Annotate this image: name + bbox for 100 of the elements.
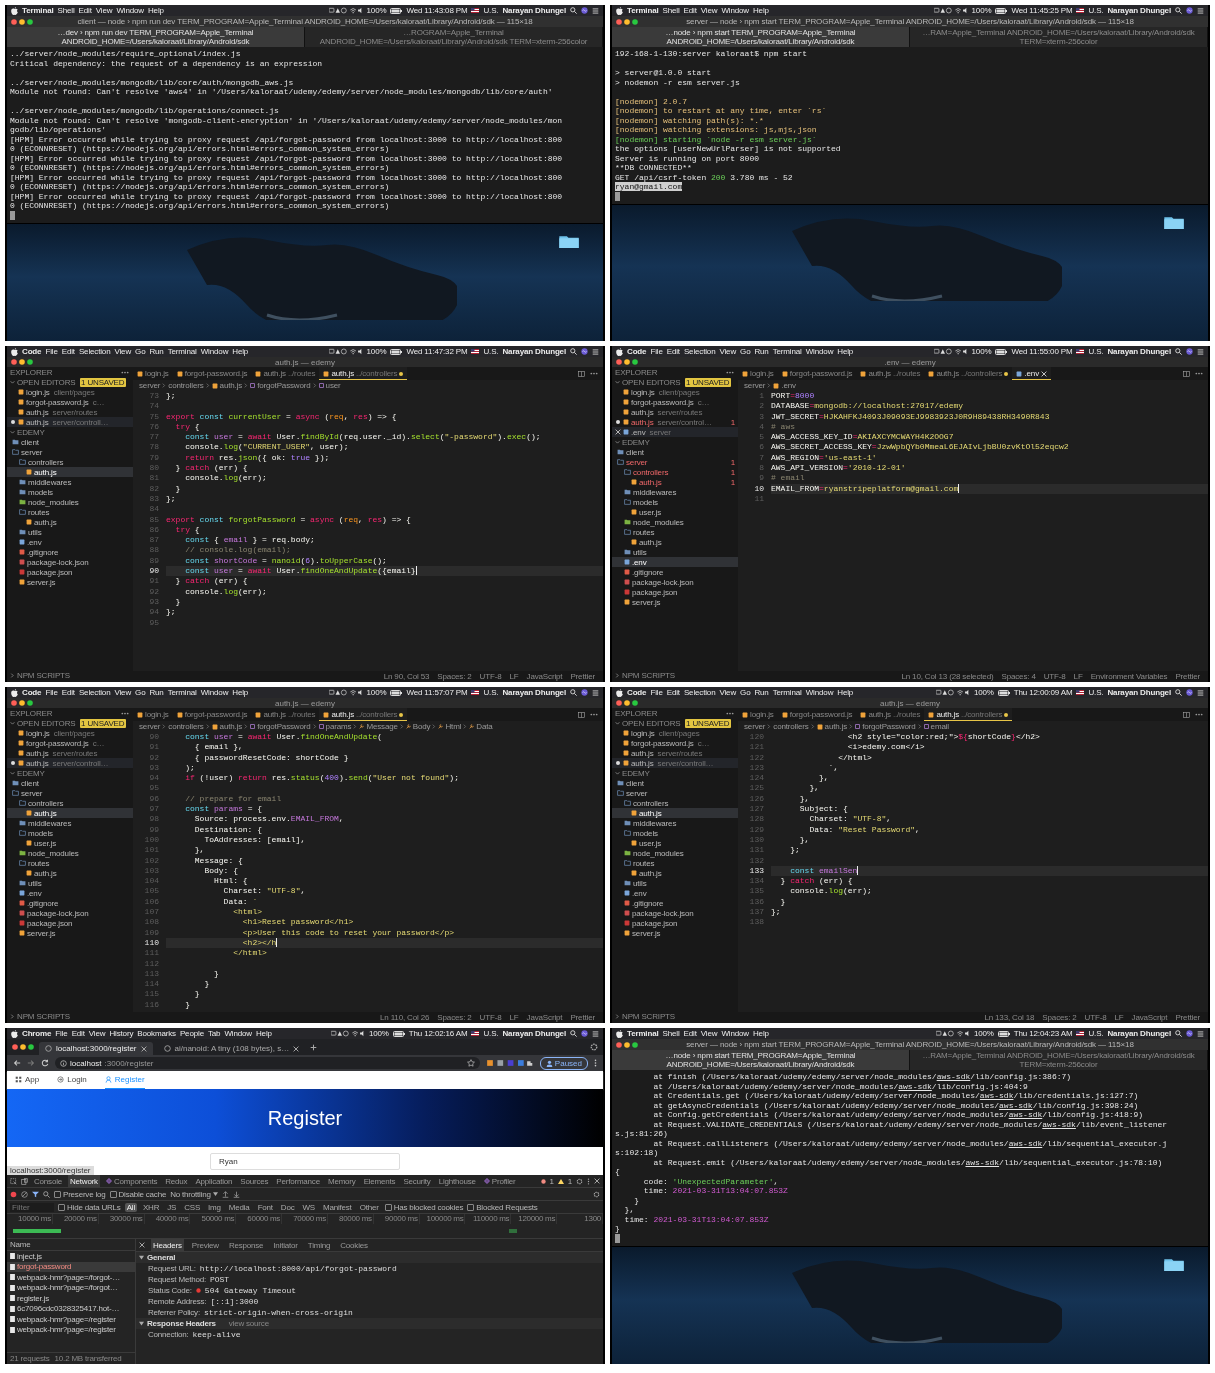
column-header[interactable]: Name: [10, 1240, 31, 1249]
menu-item[interactable]: View: [700, 6, 718, 15]
tree-item[interactable]: user.js: [612, 838, 738, 848]
menu-icon[interactable]: [592, 689, 599, 696]
section-title[interactable]: OPEN EDITORS: [622, 718, 681, 728]
breadcrumb-item[interactable]: controllers: [773, 722, 809, 731]
window-controls[interactable]: [616, 1041, 638, 1048]
menu-item[interactable]: Terminal: [167, 688, 197, 697]
section-title[interactable]: OPEN EDITORS: [622, 377, 681, 387]
tree-item[interactable]: client: [612, 778, 738, 788]
details-tab[interactable]: Cookies: [338, 1239, 370, 1251]
chevron-icon[interactable]: [10, 720, 15, 726]
checkbox-label[interactable]: Blocked Requests: [476, 1202, 538, 1212]
open-editor-item[interactable]: auth.js server/routes: [612, 748, 738, 758]
address-bar[interactable]: localhost :3000/register: [55, 1057, 480, 1069]
window-controls[interactable]: [616, 359, 638, 365]
plus-icon[interactable]: [310, 1043, 318, 1051]
tree-item[interactable]: auth.js: [612, 808, 738, 818]
menu-icon[interactable]: [1197, 7, 1204, 14]
menu-icon[interactable]: [592, 348, 599, 355]
search-icon[interactable]: [1175, 1030, 1182, 1037]
input-source[interactable]: U.S.: [1088, 688, 1104, 697]
search-icon[interactable]: [570, 689, 577, 696]
menu-item[interactable]: Edit: [683, 6, 697, 15]
resource-type-filter[interactable]: Other: [357, 1202, 381, 1212]
checkbox-label[interactable]: Preserve log: [63, 1189, 106, 1199]
devtools-tab[interactable]: Application: [193, 1175, 235, 1187]
tree-item[interactable]: server 1: [612, 457, 738, 467]
assistant-icon[interactable]: [1186, 7, 1193, 14]
request-row[interactable]: webpack-hmr?page=/register: [7, 1324, 135, 1335]
assistant-icon[interactable]: [581, 689, 588, 696]
breadcrumb-item[interactable]: controllers: [168, 381, 204, 390]
section-title[interactable]: NPM SCRIPTS: [622, 670, 676, 680]
chevron-icon[interactable]: [10, 379, 15, 385]
tree-item[interactable]: client: [612, 447, 738, 457]
chevron-icon[interactable]: [615, 439, 620, 445]
tree-item[interactable]: middlewares: [7, 477, 133, 487]
terminal-tab[interactable]: …dev › npm run dev TERM_PROGRAM=Apple_Terminal ANDROID_HOME=/Users/kaloraat/Library/Android/sdk: [7, 27, 305, 47]
breadcrumb-item[interactable]: .env: [773, 381, 796, 390]
open-editor-item[interactable]: auth.js server/routes: [7, 748, 133, 758]
request-row[interactable]: forgot-password: [7, 1261, 135, 1272]
status-item[interactable]: Ln 110, Col 26: [380, 1013, 430, 1022]
menu-item[interactable]: Run: [754, 688, 769, 697]
section-title[interactable]: NPM SCRIPTS: [622, 1011, 676, 1021]
editor-tab[interactable]: forgot-password.js: [777, 708, 857, 721]
caret-icon[interactable]: [139, 1321, 144, 1326]
devtools-tab[interactable]: Performance: [274, 1175, 322, 1187]
extension-icons-drawing[interactable]: [485, 1059, 534, 1067]
details-tab[interactable]: Initiator: [271, 1239, 300, 1251]
request-row[interactable]: webpack-hmr?page=/register: [7, 1314, 135, 1325]
more-icon[interactable]: [121, 370, 129, 374]
editor-tab[interactable]: forgot-password.js: [172, 708, 252, 721]
more-icon[interactable]: [1195, 713, 1203, 716]
breadcrumb-item[interactable]: auth.js: [211, 722, 243, 731]
view-source-link[interactable]: view source: [228, 1319, 269, 1328]
inspect-icon[interactable]: [10, 1177, 17, 1185]
status-item[interactable]: JavaScript: [1131, 1013, 1168, 1022]
menu-item[interactable]: File: [45, 347, 58, 356]
status-item[interactable]: UTF-8: [1043, 672, 1066, 681]
tree-item[interactable]: package-lock.json: [612, 577, 738, 587]
status-item[interactable]: Prettier: [570, 1013, 595, 1022]
user-name[interactable]: Narayan Dhungel: [1107, 6, 1171, 15]
search-icon[interactable]: [1175, 348, 1182, 355]
breadcrumb-item[interactable]: forgotPassword: [250, 722, 311, 731]
breadcrumb-item[interactable]: forgotPassword: [855, 722, 916, 731]
section-title[interactable]: EDEMY: [17, 768, 45, 778]
status-item[interactable]: Prettier: [1175, 672, 1200, 681]
open-editor-item[interactable]: forgot-password.js c…: [7, 738, 133, 748]
tree-item[interactable]: package-lock.json: [612, 908, 738, 918]
menu-item[interactable]: Window: [721, 1029, 749, 1038]
tree-item[interactable]: utils: [612, 878, 738, 888]
devtools-tab[interactable]: Memory: [325, 1175, 358, 1187]
checkbox[interactable]: [54, 1190, 61, 1198]
tree-item[interactable]: .gitignore: [7, 547, 133, 557]
close-icon[interactable]: [140, 1045, 147, 1052]
status-item[interactable]: Prettier: [570, 672, 595, 681]
tree-item[interactable]: middlewares: [612, 818, 738, 828]
status-item[interactable]: Spaces: 2: [437, 1013, 472, 1022]
folder-icon[interactable]: [1164, 214, 1184, 229]
resource-type-filter[interactable]: All: [124, 1202, 137, 1212]
input-source[interactable]: U.S.: [1088, 6, 1104, 15]
app-menu[interactable]: Code: [627, 347, 647, 356]
checkbox[interactable]: [58, 1203, 65, 1211]
device-icon[interactable]: [21, 1177, 28, 1185]
search-icon[interactable]: [1175, 689, 1182, 696]
breadcrumb-item[interactable]: auth.js: [211, 381, 243, 390]
status-item[interactable]: Prettier: [1175, 1013, 1200, 1022]
tree-item[interactable]: auth.js: [7, 467, 133, 477]
devtools-tab[interactable]: Lighthouse: [436, 1175, 478, 1187]
editor-tab[interactable]: auth.js ../controllers: [924, 367, 1013, 380]
open-editor-item[interactable]: forgot-password.js c…: [7, 397, 133, 407]
status-item[interactable]: Spaces: 2: [1042, 1013, 1077, 1022]
tree-item[interactable]: node_modules: [7, 497, 133, 507]
chevron-icon[interactable]: [615, 770, 620, 776]
section-title[interactable]: EDEMY: [622, 768, 650, 778]
tree-item[interactable]: models: [612, 828, 738, 838]
breadcrumb-item[interactable]: server: [744, 381, 766, 390]
tree-item[interactable]: auth.js: [7, 517, 133, 527]
menu-item[interactable]: Help: [147, 6, 164, 15]
input-source[interactable]: U.S.: [483, 6, 499, 15]
